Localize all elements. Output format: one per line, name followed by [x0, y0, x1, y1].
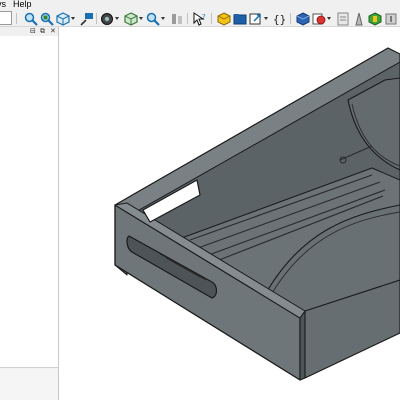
- chevron-down-icon[interactable]: [327, 17, 331, 20]
- sketcher-workbench-icon[interactable]: [296, 12, 310, 26]
- panel-title-bar: ⊟ ⧉ ✕: [0, 27, 58, 36]
- measure-tool-icon[interactable]: [80, 12, 94, 26]
- svg-text:{}: {}: [273, 13, 286, 26]
- model-tree-area[interactable]: [0, 36, 58, 368]
- text-document-icon[interactable]: [336, 12, 350, 26]
- front-wall-end: [299, 310, 306, 381]
- chevron-down-icon[interactable]: [264, 17, 268, 20]
- zoom-fit-all-icon[interactable]: [24, 12, 38, 26]
- create-group-folder-icon[interactable]: [233, 12, 247, 26]
- link-make-icon[interactable]: [249, 12, 263, 26]
- draw-style-icon[interactable]: [100, 12, 114, 26]
- toolbar-separator: [211, 13, 212, 24]
- part-boolean-icon[interactable]: [312, 12, 326, 26]
- zoom-fit-selection-icon[interactable]: [40, 12, 54, 26]
- close-panel-button[interactable]: ✕: [50, 27, 56, 36]
- toolbar-separator: [187, 13, 188, 24]
- tray-3d-model[interactable]: [60, 28, 400, 400]
- workbench-switch-icon[interactable]: [368, 12, 382, 26]
- chevron-down-icon[interactable]: [71, 17, 75, 20]
- menu-item-help[interactable]: Help: [13, 0, 32, 10]
- combo-view-panel: ⊟ ⧉ ✕: [0, 27, 59, 400]
- toolbar-separator: [16, 13, 17, 24]
- svg-text:?: ?: [202, 13, 206, 21]
- menu-item-views[interactable]: vs: [0, 0, 6, 10]
- toolbar-separator: [96, 13, 97, 24]
- 3d-viewport[interactable]: [60, 28, 400, 400]
- create-part-icon[interactable]: [217, 12, 231, 26]
- toolbar-separator: [290, 13, 291, 24]
- part-feature-icon[interactable]: [352, 12, 366, 26]
- main-toolbar: ? {}: [0, 10, 400, 27]
- macro-braces-icon[interactable]: {}: [273, 12, 287, 26]
- clipping-tool-icon[interactable]: [170, 12, 184, 26]
- chevron-down-icon[interactable]: [115, 17, 119, 20]
- addon-icon[interactable]: [384, 12, 398, 26]
- standard-views-cube-icon[interactable]: [56, 12, 70, 26]
- whats-this-help-icon[interactable]: ?: [193, 12, 207, 26]
- workbench-selector[interactable]: [0, 11, 12, 25]
- view-isometric-box-icon[interactable]: [124, 12, 138, 26]
- dock-panel-button[interactable]: ⧉: [40, 27, 45, 36]
- property-view-area[interactable]: [0, 369, 58, 400]
- menu-bar: vs Help: [0, 0, 400, 10]
- chevron-down-icon[interactable]: [161, 17, 165, 20]
- chevron-down-icon[interactable]: [139, 17, 143, 20]
- zoom-icon[interactable]: [146, 12, 160, 26]
- float-panel-button[interactable]: ⊟: [30, 27, 36, 36]
